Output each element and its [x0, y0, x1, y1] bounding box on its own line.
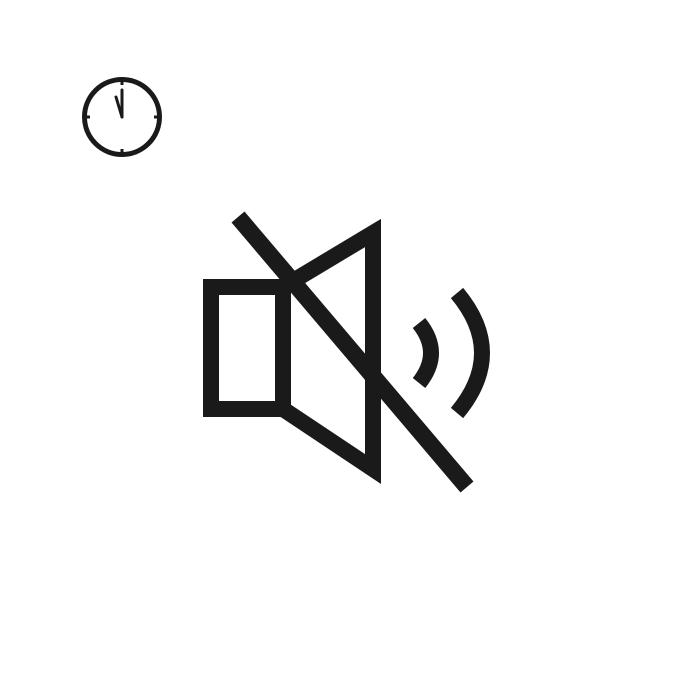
icon-canvas [0, 0, 700, 700]
clock-icon [82, 77, 162, 157]
speaker-muted-icon [203, 211, 490, 493]
